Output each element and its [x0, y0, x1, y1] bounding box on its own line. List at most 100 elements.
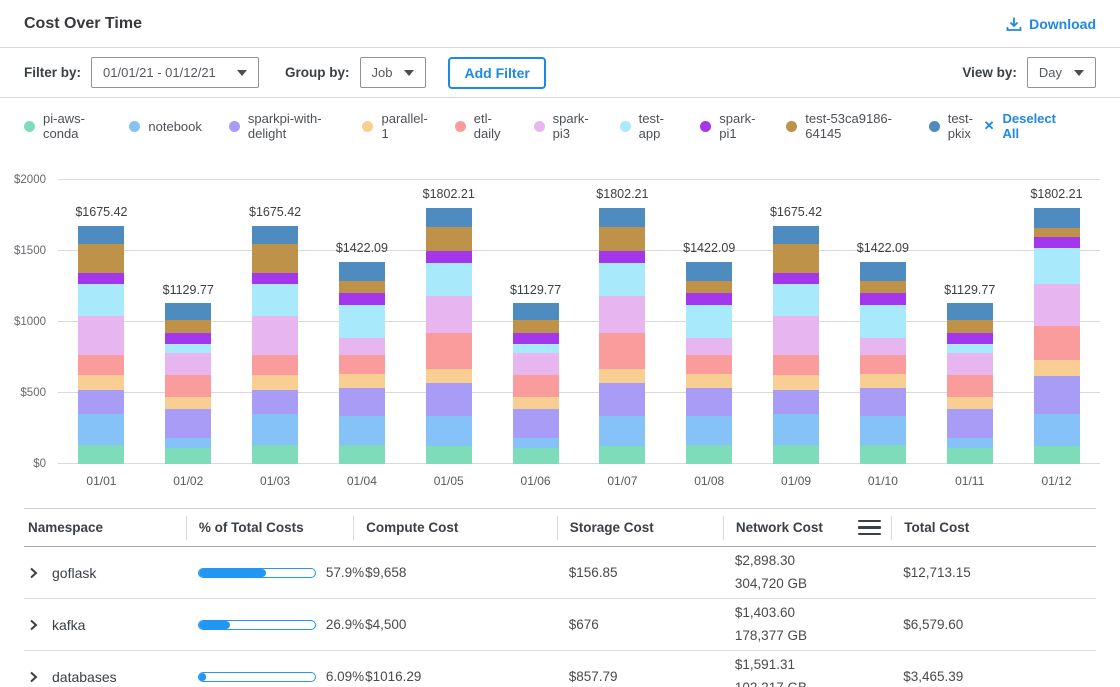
- bar-segment-pi-aws-conda[interactable]: [773, 445, 819, 464]
- bar-segment-parallel-1[interactable]: [860, 374, 906, 388]
- bar-segment-spark-pi1[interactable]: [686, 293, 732, 305]
- bar-segment-spark-pi1[interactable]: [1034, 237, 1080, 248]
- legend-item-spark-pi3[interactable]: spark-pi3: [534, 111, 593, 141]
- bar-segment-parallel-1[interactable]: [165, 397, 211, 410]
- bar-segment-parallel-1[interactable]: [599, 369, 645, 382]
- bar-segment-test-53ca9186-64145[interactable]: [513, 320, 559, 333]
- bar-segment-notebook[interactable]: [599, 416, 645, 446]
- bar-segment-notebook[interactable]: [339, 416, 385, 445]
- bar-segment-test-pkix[interactable]: [165, 303, 211, 320]
- bar-segment-sparkpi-with-delight[interactable]: [947, 409, 993, 438]
- legend-item-test-pkix[interactable]: test-pkix: [929, 111, 984, 141]
- bar-segment-test-pkix[interactable]: [252, 226, 298, 244]
- bar-segment-spark-pi3[interactable]: [1034, 284, 1080, 326]
- bar-segment-test-pkix[interactable]: [426, 208, 472, 226]
- bar-stack[interactable]: [78, 226, 124, 464]
- bar-stack[interactable]: [339, 262, 385, 464]
- bar-segment-etl-daily[interactable]: [339, 355, 385, 374]
- add-filter-button[interactable]: Add Filter: [448, 57, 545, 89]
- bar-segment-notebook[interactable]: [252, 414, 298, 444]
- bar-segment-spark-pi1[interactable]: [78, 273, 124, 284]
- bar-segment-test-app[interactable]: [1034, 248, 1080, 284]
- expand-chevron-icon[interactable]: [28, 619, 39, 631]
- bar-segment-spark-pi1[interactable]: [165, 333, 211, 344]
- bar-segment-etl-daily[interactable]: [78, 355, 124, 375]
- bar-segment-etl-daily[interactable]: [599, 333, 645, 370]
- bar-segment-test-app[interactable]: [426, 263, 472, 296]
- legend-item-sparkpi-with-delight[interactable]: sparkpi-with-delight: [229, 111, 336, 141]
- column-menu-icon[interactable]: [858, 520, 881, 536]
- expand-chevron-icon[interactable]: [28, 671, 39, 683]
- bar-segment-etl-daily[interactable]: [860, 355, 906, 374]
- bar-stack[interactable]: [252, 226, 298, 464]
- bar-segment-spark-pi3[interactable]: [252, 316, 298, 355]
- bar-segment-sparkpi-with-delight[interactable]: [860, 388, 906, 416]
- bar-segment-test-53ca9186-64145[interactable]: [860, 281, 906, 293]
- bar-segment-notebook[interactable]: [947, 438, 993, 447]
- bar-segment-parallel-1[interactable]: [339, 374, 385, 388]
- bar-segment-spark-pi3[interactable]: [773, 316, 819, 355]
- bar-segment-test-pkix[interactable]: [860, 262, 906, 281]
- bar-segment-parallel-1[interactable]: [78, 375, 124, 390]
- bar-stack[interactable]: [947, 303, 993, 464]
- bar-segment-parallel-1[interactable]: [252, 375, 298, 390]
- bar-stack[interactable]: [165, 303, 211, 464]
- deselect-all-button[interactable]: ✕ Deselect All: [984, 111, 1064, 141]
- bar-segment-notebook[interactable]: [860, 416, 906, 445]
- bar-segment-notebook[interactable]: [513, 438, 559, 447]
- bar-segment-notebook[interactable]: [165, 438, 211, 447]
- bar-segment-parallel-1[interactable]: [513, 397, 559, 410]
- bar-stack[interactable]: [860, 262, 906, 464]
- expand-chevron-icon[interactable]: [28, 567, 39, 579]
- bar-stack[interactable]: [599, 208, 645, 464]
- bar-segment-etl-daily[interactable]: [165, 375, 211, 397]
- bar-segment-notebook[interactable]: [1034, 414, 1080, 446]
- bar-segment-notebook[interactable]: [773, 414, 819, 444]
- legend-item-spark-pi1[interactable]: spark-pi1: [700, 111, 759, 141]
- bar-stack[interactable]: [773, 226, 819, 464]
- bar-segment-test-app[interactable]: [599, 263, 645, 296]
- bar-stack[interactable]: [1034, 208, 1080, 464]
- bar-segment-spark-pi3[interactable]: [165, 353, 211, 375]
- bar-segment-test-pkix[interactable]: [78, 226, 124, 244]
- bar-segment-sparkpi-with-delight[interactable]: [773, 390, 819, 414]
- bar-segment-sparkpi-with-delight[interactable]: [78, 390, 124, 414]
- bar-segment-test-app[interactable]: [773, 284, 819, 316]
- bar-segment-pi-aws-conda[interactable]: [513, 448, 559, 465]
- bar-segment-parallel-1[interactable]: [1034, 360, 1080, 376]
- download-button[interactable]: Download: [1006, 16, 1096, 32]
- bar-segment-spark-pi3[interactable]: [339, 338, 385, 355]
- legend-item-pi-aws-conda[interactable]: pi-aws-conda: [24, 111, 102, 141]
- bar-segment-test-pkix[interactable]: [773, 226, 819, 244]
- bar-segment-etl-daily[interactable]: [947, 375, 993, 397]
- legend-item-test-app[interactable]: test-app: [620, 111, 674, 141]
- bar-segment-spark-pi1[interactable]: [599, 251, 645, 263]
- bar-segment-pi-aws-conda[interactable]: [947, 448, 993, 465]
- bar-segment-test-app[interactable]: [252, 284, 298, 316]
- bar-segment-sparkpi-with-delight[interactable]: [513, 409, 559, 438]
- bar-segment-notebook[interactable]: [686, 416, 732, 445]
- bar-segment-pi-aws-conda[interactable]: [599, 446, 645, 464]
- bar-segment-test-pkix[interactable]: [513, 303, 559, 320]
- bar-segment-pi-aws-conda[interactable]: [165, 448, 211, 465]
- bar-segment-pi-aws-conda[interactable]: [339, 445, 385, 464]
- bar-segment-test-app[interactable]: [686, 305, 732, 338]
- date-range-select[interactable]: 01/01/21 - 01/12/21: [91, 57, 259, 88]
- bar-segment-test-53ca9186-64145[interactable]: [339, 281, 385, 293]
- bar-segment-test-53ca9186-64145[interactable]: [426, 227, 472, 251]
- bar-segment-test-53ca9186-64145[interactable]: [1034, 228, 1080, 237]
- bar-stack[interactable]: [513, 303, 559, 464]
- bar-segment-parallel-1[interactable]: [426, 369, 472, 382]
- bar-segment-test-53ca9186-64145[interactable]: [252, 244, 298, 272]
- bar-segment-parallel-1[interactable]: [686, 374, 732, 388]
- bar-segment-test-app[interactable]: [860, 305, 906, 338]
- bar-segment-etl-daily[interactable]: [426, 333, 472, 370]
- bar-segment-test-53ca9186-64145[interactable]: [165, 320, 211, 333]
- bar-segment-spark-pi3[interactable]: [78, 316, 124, 355]
- bar-segment-test-53ca9186-64145[interactable]: [599, 227, 645, 251]
- bar-segment-spark-pi3[interactable]: [947, 353, 993, 375]
- bar-stack[interactable]: [686, 262, 732, 464]
- bar-segment-sparkpi-with-delight[interactable]: [339, 388, 385, 416]
- bar-segment-test-53ca9186-64145[interactable]: [773, 244, 819, 272]
- bar-segment-test-app[interactable]: [947, 344, 993, 353]
